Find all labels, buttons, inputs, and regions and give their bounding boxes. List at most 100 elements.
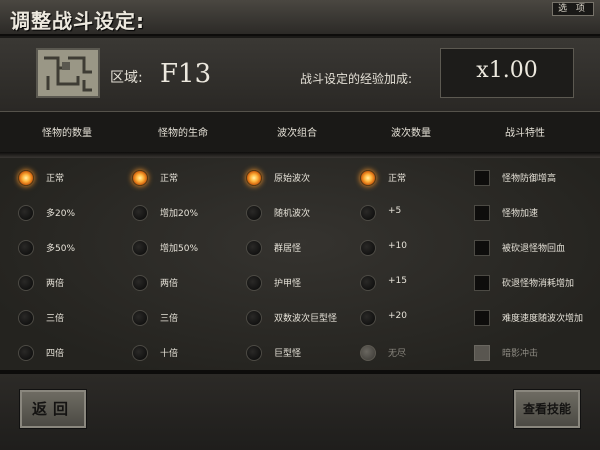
monster-count-option[interactable]: 多20% (18, 203, 126, 223)
column-header-wave-count: 波次数量 (391, 128, 431, 139)
dungeon-minimap-icon (36, 48, 100, 98)
wave-combo-option[interactable]: 原始波次 (246, 168, 354, 188)
xp-bonus-label: 战斗设定的经验加成: (300, 72, 413, 86)
checkbox[interactable] (474, 275, 490, 291)
wave-count-option[interactable]: 正常 (360, 168, 468, 188)
monster-count-option[interactable]: 三倍 (18, 308, 126, 328)
option-label: 难度速度随波次增加 (502, 314, 584, 324)
monster-health-option[interactable]: 增加20% (132, 203, 240, 223)
radio-button[interactable] (18, 240, 34, 256)
back-button[interactable]: 返回 (19, 389, 87, 429)
option-label: 三倍 (46, 314, 65, 324)
battle-trait-option[interactable]: 怪物加速 (474, 203, 594, 223)
checkbox[interactable] (474, 170, 490, 186)
option-label: 群居怪 (274, 244, 302, 254)
battle-trait-option[interactable]: 怪物防御增高 (474, 168, 594, 188)
option-label: 砍退怪物消耗增加 (502, 279, 575, 289)
option-label: 多50% (46, 244, 76, 254)
wave-count-option: 无尽 (360, 343, 468, 363)
option-label: 无尽 (388, 349, 407, 359)
options-button[interactable]: 选 项 (552, 2, 594, 16)
option-label: 四倍 (46, 349, 65, 359)
option-label: 两倍 (46, 279, 65, 289)
option-label: 两倍 (160, 279, 179, 289)
radio-button[interactable] (360, 310, 376, 326)
wave-count-option[interactable]: +15 (360, 273, 468, 293)
radio-button[interactable] (132, 275, 148, 291)
battle-trait-option: 暗影冲击 (474, 343, 594, 363)
option-label: 双数波次巨型怪 (274, 314, 338, 324)
radio-button[interactable] (18, 205, 34, 221)
xp-bonus-box: x1.00 (440, 48, 574, 98)
checkbox[interactable] (474, 205, 490, 221)
monster-count-option[interactable]: 多50% (18, 238, 126, 258)
battle-trait-option[interactable]: 砍退怪物消耗增加 (474, 273, 594, 293)
xp-bonus-value: x1.00 (476, 58, 538, 83)
option-label: 三倍 (160, 314, 179, 324)
monster-health-option[interactable]: 十倍 (132, 343, 240, 363)
radio-button[interactable] (246, 240, 262, 256)
monster-health-option[interactable]: 两倍 (132, 273, 240, 293)
option-label: 增加20% (160, 209, 199, 219)
wave-count-option[interactable]: +5 (360, 203, 468, 223)
option-label: 多20% (46, 209, 76, 219)
option-label: 正常 (388, 174, 407, 184)
monster-health-option[interactable]: 增加50% (132, 238, 240, 258)
wave-combo-option[interactable]: 护甲怪 (246, 273, 354, 293)
radio-button[interactable] (132, 205, 148, 221)
option-label: 怪物防御增高 (502, 174, 557, 184)
radio-button[interactable] (132, 240, 148, 256)
option-label: 增加50% (160, 244, 199, 254)
monster-count-option[interactable]: 正常 (18, 168, 126, 188)
wave-count-option[interactable]: +10 (360, 238, 468, 258)
radio-button[interactable] (246, 205, 262, 221)
wave-combo-option[interactable]: 群居怪 (246, 238, 354, 258)
radio-button[interactable] (360, 205, 376, 221)
cracked-radio-icon (360, 345, 376, 361)
option-label: 暗影冲击 (502, 349, 539, 359)
monster-health-option[interactable]: 正常 (132, 168, 240, 188)
option-label: +10 (388, 241, 407, 251)
monster-count-option[interactable]: 四倍 (18, 343, 126, 363)
option-label: 护甲怪 (274, 279, 302, 289)
radio-button[interactable] (360, 240, 376, 256)
view-skills-button[interactable]: 查看技能 (513, 389, 581, 429)
radio-selected[interactable] (132, 170, 148, 186)
radio-button[interactable] (18, 345, 34, 361)
radio-button[interactable] (132, 345, 148, 361)
column-header-battle-traits: 战斗特性 (505, 128, 545, 139)
checkbox[interactable] (474, 310, 490, 326)
radio-selected[interactable] (360, 170, 376, 186)
wave-combo-option[interactable]: 随机波次 (246, 203, 354, 223)
radio-button[interactable] (18, 310, 34, 326)
radio-selected[interactable] (18, 170, 34, 186)
checkbox[interactable] (474, 240, 490, 256)
wave-count-option[interactable]: +20 (360, 308, 468, 328)
cracked-checkbox-icon (474, 345, 490, 361)
zone-info-band: 区域: F13 战斗设定的经验加成: x1.00 (0, 38, 600, 112)
radio-selected[interactable] (246, 170, 262, 186)
options-grid: 正常多20% 多50% 两倍三倍四倍 正常增加20% 增加50% 两倍三倍十倍 原始波次随机… (0, 158, 600, 370)
title-bar: 调整战斗设定: 选 项 (0, 0, 600, 36)
wave-combo-option[interactable]: 巨型怪 (246, 343, 354, 363)
option-label: 巨型怪 (274, 349, 302, 359)
zone-value: F13 (160, 59, 212, 89)
option-label: 怪物加速 (502, 209, 539, 219)
page-title: 调整战斗设定: (10, 9, 145, 33)
option-label: 被砍退怪物回血 (502, 244, 566, 254)
radio-button[interactable] (246, 275, 262, 291)
option-label: 十倍 (160, 349, 179, 359)
radio-button[interactable] (132, 310, 148, 326)
option-label: 正常 (46, 174, 65, 184)
battle-trait-option[interactable]: 难度速度随波次增加 (474, 308, 594, 328)
radio-button[interactable] (246, 310, 262, 326)
battle-trait-option[interactable]: 被砍退怪物回血 (474, 238, 594, 258)
monster-health-option[interactable]: 三倍 (132, 308, 240, 328)
wave-combo-option[interactable]: 双数波次巨型怪 (246, 308, 354, 328)
option-label: 正常 (160, 174, 179, 184)
radio-button[interactable] (18, 275, 34, 291)
monster-count-option[interactable]: 两倍 (18, 273, 126, 293)
radio-button[interactable] (246, 345, 262, 361)
radio-button[interactable] (360, 275, 376, 291)
option-label: +5 (388, 206, 402, 216)
